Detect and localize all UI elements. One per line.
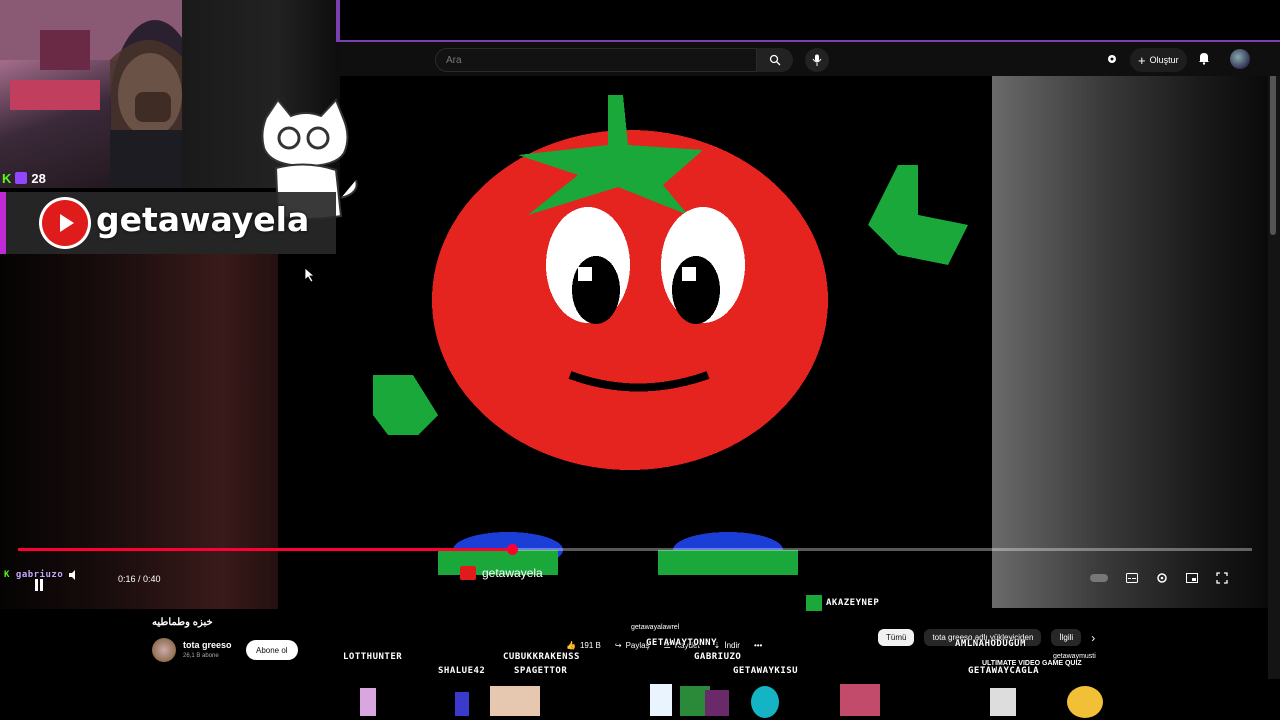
voice-search-button[interactable]	[805, 48, 829, 72]
sprite-icon	[705, 690, 729, 716]
captions-icon[interactable]	[1126, 573, 1138, 583]
overlay-name-spagettor: SPAGETTOR	[514, 666, 568, 676]
progress-scrubber[interactable]	[506, 544, 518, 555]
overlay-name-cubukkraken: CUBUKKRAKENSS	[503, 652, 580, 662]
thumbs-up-icon: 👍	[566, 641, 576, 650]
sprite-icon	[650, 684, 672, 716]
time-display: 0:16 / 0:40	[118, 574, 161, 584]
subscriber-count: 26,1 B abone	[183, 653, 219, 659]
subscribe-button[interactable]: Abone ol	[246, 640, 298, 660]
notifications-button[interactable]	[1198, 51, 1210, 70]
search-input[interactable]: Ara	[435, 48, 757, 72]
plus-icon: +	[1138, 52, 1146, 68]
overlay-name-getawaytonny: GETAWAYTONNY	[646, 638, 718, 648]
mouse-cursor-icon	[305, 268, 315, 282]
download-label: İndir	[724, 641, 740, 650]
kick-icon: K	[2, 170, 12, 186]
create-button[interactable]: + Oluştur	[1130, 48, 1187, 72]
quiz-title: ULTIMATE VIDEO GAME QUIZ	[982, 660, 1082, 667]
extension-icon[interactable]	[1106, 52, 1118, 70]
chip-related[interactable]: İlgili	[1051, 629, 1082, 646]
overlay-name-getawayalawrel: getawayalawrel	[631, 624, 680, 631]
create-label: Oluştur	[1149, 55, 1179, 65]
pause-icon	[35, 579, 43, 591]
overlay-accent-border	[336, 0, 340, 42]
youtube-logo-icon	[42, 200, 88, 246]
overlay-name-text: AKAZEYNEP	[826, 598, 880, 608]
sprite-icon	[360, 688, 376, 716]
search-icon	[769, 54, 781, 66]
green-badge-icon	[806, 595, 822, 611]
fullscreen-icon[interactable]	[1216, 572, 1228, 584]
bell-icon	[1199, 53, 1209, 65]
viewer-count-bar: K 28	[0, 168, 46, 188]
video-title: خبزه وطماطيه	[152, 617, 213, 628]
pause-button[interactable]	[34, 578, 44, 596]
pixel-sprites-row	[360, 684, 1103, 718]
channel-name[interactable]: tota greeso	[183, 640, 232, 650]
sprite-icon	[751, 686, 779, 718]
overlay-name-getawaycagla: GETAWAYCAGLA	[968, 666, 1040, 676]
settings-gear-icon[interactable]	[1156, 572, 1168, 584]
account-avatar[interactable]	[1230, 49, 1250, 69]
tomato-character-art	[373, 95, 968, 575]
search-button[interactable]	[757, 48, 793, 72]
sprite-icon	[490, 686, 540, 716]
overlay-name-getawaykisu: GETAWAYKISU	[733, 666, 799, 676]
more-actions-icon[interactable]: •••	[754, 641, 762, 650]
twitch-icon	[15, 172, 28, 184]
viewer-count: 28	[31, 170, 46, 186]
camera-icon	[460, 566, 476, 580]
sprite-icon	[455, 692, 469, 716]
progress-played	[18, 548, 512, 551]
sprite-icon	[1067, 686, 1103, 718]
download-button[interactable]: ⇣ İndir	[714, 641, 740, 650]
video-watermark: getawayela	[460, 566, 543, 580]
autoplay-toggle[interactable]	[1090, 574, 1108, 582]
share-button[interactable]: ↪ Paylaş	[615, 641, 650, 650]
volume-icon[interactable]	[69, 570, 79, 580]
blurred-right-background	[992, 75, 1268, 608]
chip-all[interactable]: Tümü	[878, 629, 915, 646]
sprite-icon	[840, 684, 880, 716]
overlay-name-amlnahodugum: AMLNAHODUĞUM	[955, 639, 1027, 649]
streamer-webcam	[0, 0, 182, 188]
watermark-text: getawayela	[482, 566, 543, 580]
webcam-scene	[0, 0, 182, 188]
overlay-name-shalue: SHALUE42	[438, 666, 486, 676]
blurred-left-background	[0, 254, 278, 609]
chevron-right-icon[interactable]: ›	[1091, 631, 1095, 645]
gear-icon	[1108, 55, 1116, 63]
youtube-top-bar: Ara + Oluştur	[340, 40, 1280, 76]
kick-small-icon: K	[4, 570, 10, 580]
channel-banner-text: getawayela	[96, 200, 310, 239]
like-button[interactable]: 👍 191 B	[566, 641, 601, 650]
like-count: 191 B	[579, 641, 601, 650]
share-icon: ↪	[614, 641, 622, 650]
overlay-name-gabriuzo: GABRIUZO	[694, 652, 742, 662]
miniplayer-icon[interactable]	[1186, 573, 1198, 583]
overlay-name-lotthunter: LOTTHUNTER	[343, 652, 403, 662]
overlay-name-akazeynep: AKAZEYNEP	[806, 595, 879, 611]
microphone-icon	[812, 54, 822, 66]
channel-avatar[interactable]	[152, 638, 176, 662]
player-right-controls	[1090, 572, 1228, 584]
overlay-name-getawaymusti: getawaymusti	[1053, 653, 1096, 660]
sprite-icon	[990, 688, 1016, 716]
